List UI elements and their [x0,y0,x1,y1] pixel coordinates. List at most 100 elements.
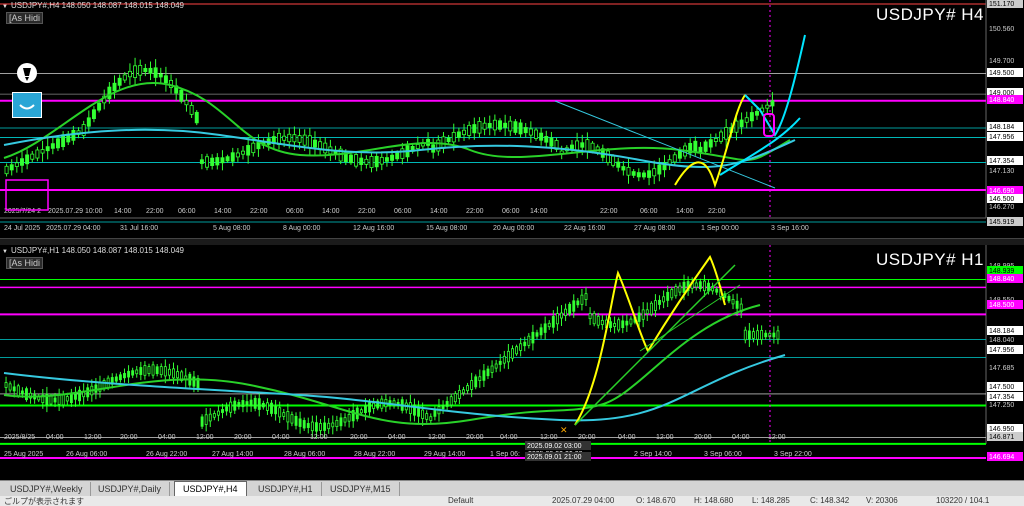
candle-body [40,149,45,154]
pen-tool-icon[interactable] [16,62,38,84]
smile-face-icon[interactable] [12,92,42,118]
candle-body [645,309,649,315]
candle-body [694,282,698,288]
h1-ashidi-label[interactable]: [As Hidi [6,257,44,269]
candle-body [107,86,112,100]
tab-m15[interactable]: USDJPY#,M15 [322,482,400,496]
candle-body [220,157,225,164]
candle-body [621,320,625,328]
candle-body [205,156,210,168]
candle-body [123,373,126,379]
candle-body [662,296,666,303]
date-label: 31 Jul 16:00 [120,225,158,232]
price-label: 146.500 [989,196,1014,203]
tab-weekly[interactable]: USDJPY#,Weekly [2,482,92,496]
candle-body [127,370,131,378]
candle-body [756,330,759,340]
time-label-upper: 22:00 [146,208,164,215]
candle-body [613,323,617,327]
time-label-upper: 04:00 [272,434,290,441]
candle-body [298,418,302,427]
date-label: 25 Aug 2025 [4,451,43,458]
candle-body [359,409,363,414]
candle-body [253,397,257,409]
candle-body [743,329,747,341]
candle-body [494,363,498,369]
candle-body [395,152,400,160]
candle-body [776,330,780,340]
candle-body [245,401,249,406]
candle-body [374,155,379,168]
date-label: 2 Sep 14:00 [634,451,672,458]
candle-body [372,402,376,409]
candle-body [631,171,636,176]
candle-body [314,422,318,432]
ma-slow-line [3,354,786,422]
candle-body [658,299,661,305]
candle-body [674,286,678,297]
candle-body [592,312,596,325]
time-label-upper: 04:00 [618,434,636,441]
candle-body [539,132,544,141]
status-bar: ごルプが表示されます Default 2025.07.29 04:00 O: 1… [0,496,1024,506]
h1-chart-pane[interactable]: 148.995148.939148.840148.550148.500148.1… [0,245,1024,464]
candle-body [445,401,449,407]
candle-body [229,401,233,413]
candle-body [482,122,487,130]
price-label: 147.685 [989,365,1014,372]
time-label-upper: 12:00 [310,434,328,441]
tab-daily[interactable]: USDJPY#,Daily [90,482,171,496]
candle-body [302,134,307,146]
time-label-upper: 14:00 [676,208,694,215]
price-label: 147.250 [989,402,1014,409]
candle-body [498,120,502,130]
status-low: L: 148.285 [752,496,790,505]
price-label: 147.354 [989,394,1014,401]
candle-body [564,308,568,316]
date-label: 3 Sep 22:00 [774,451,812,458]
candle-body [682,281,686,293]
cursor-date-upper: 2025.09.02 03:00 [527,443,582,450]
candle-body [208,413,212,422]
candle-body [672,154,677,163]
time-label-upper: 04:00 [500,434,518,441]
price-label: 147.130 [989,168,1014,175]
candle-body [114,376,118,382]
zigzag-line [574,254,726,426]
date-label: 3 Sep 16:00 [771,225,809,232]
candle-body [747,330,751,340]
candle-body [575,140,580,151]
h4-ashidi-label[interactable]: [As Hidi [6,12,44,24]
candle-body [652,168,657,177]
tab-h4[interactable]: USDJPY#,H4 [174,481,247,497]
candle-body [212,413,216,418]
h1-ohlc-text: USDJPY#,H1 148.050 148.087 148.015 148.0… [10,246,184,255]
candle-body [225,406,229,412]
candle-body [368,402,371,413]
tab-h1[interactable]: USDJPY#,H1 [250,482,322,496]
candle-body [210,157,215,166]
candle-body [596,315,600,326]
price-label: 146.270 [989,204,1014,211]
candle-body [611,155,616,166]
candle-body [503,122,508,128]
candle-body [4,382,8,388]
candle-body [755,111,759,116]
candle-body [490,365,494,373]
status-time: 2025.07.29 04:00 [552,496,615,505]
candle-body [739,119,744,128]
candle-body [369,155,374,168]
h1-chart-canvas[interactable]: 148.995148.939148.840148.550148.500148.1… [0,245,1024,464]
candle-body [415,144,420,150]
h4-chart-pane[interactable]: 151.170 150.560 149.700 149.500 149.000 148.8… [0,0,1024,238]
candle-body [703,280,706,292]
candle-body [159,366,163,376]
status-help: ごルプが表示されます [4,497,84,506]
date-label: 1 Sep 00:00 [701,225,739,232]
candle-body [408,402,412,414]
h4-chart-canvas[interactable]: 151.170150.560149.700149.500149.000148.8… [0,0,1024,238]
date-label: 27 Aug 08:00 [634,225,675,232]
candle-body [637,312,641,322]
candle-body [752,331,755,339]
candle-body [498,360,502,365]
